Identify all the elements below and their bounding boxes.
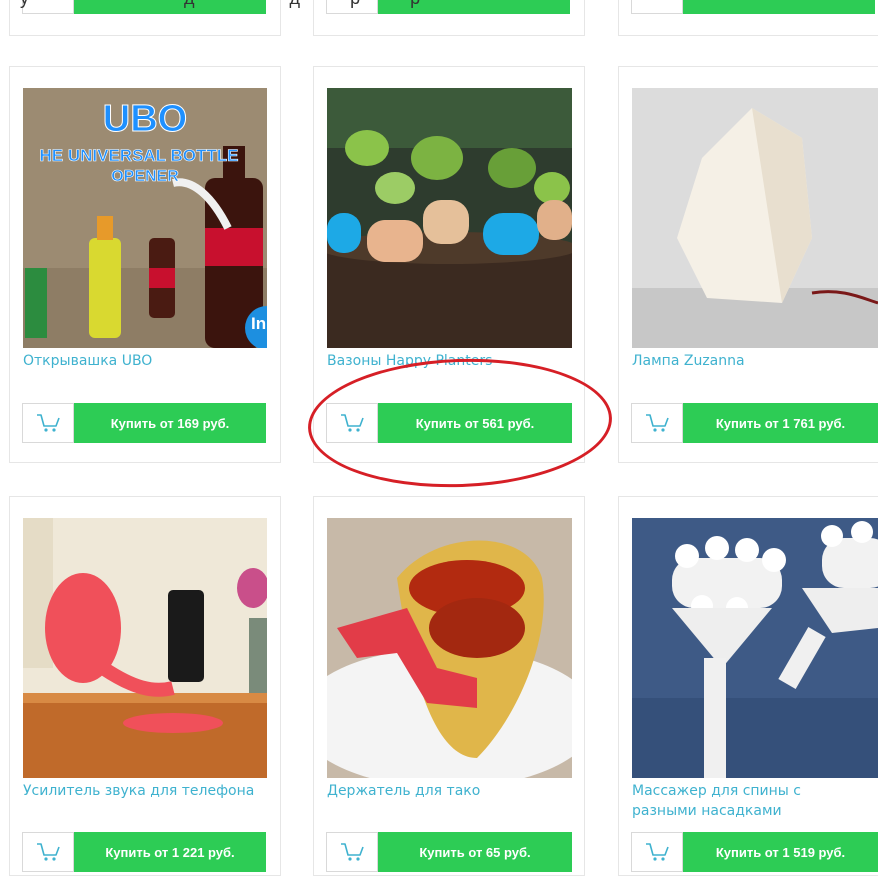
- buy-button[interactable]: Купить от 1 761 руб.: [683, 403, 878, 443]
- cart-icon: [646, 843, 669, 861]
- partial-top-text: у д д р р: [20, 0, 420, 9]
- image-subtitle-1: HE UNIVERSAL BOTTLE: [39, 146, 239, 166]
- cart-icon: [646, 414, 669, 432]
- add-to-cart-button[interactable]: [631, 403, 683, 443]
- product-image-4[interactable]: [23, 518, 267, 778]
- taco-holder-illustration: [327, 518, 572, 778]
- partial-buy-button[interactable]: [683, 0, 875, 14]
- product-title-6-line1[interactable]: Массажер для спины с: [632, 781, 801, 801]
- product-image-1[interactable]: UBO HE UNIVERSAL BOTTLE OPENER In: [23, 88, 267, 348]
- add-to-cart-button[interactable]: [22, 403, 74, 443]
- buy-button[interactable]: Купить от 1 519 руб.: [683, 832, 878, 872]
- add-to-cart-button[interactable]: [326, 832, 378, 872]
- product-image-3[interactable]: [632, 88, 878, 348]
- buy-button[interactable]: Купить от 169 руб.: [74, 403, 266, 443]
- product-title-3[interactable]: Лампа Zuzanna: [632, 351, 745, 371]
- image-subtitle-2: OPENER: [111, 168, 179, 186]
- cart-icon: [37, 414, 60, 432]
- image-badge: In: [251, 314, 267, 333]
- cart-icon: [341, 843, 364, 861]
- buy-button[interactable]: Купить от 1 221 руб.: [74, 832, 266, 872]
- cart-icon: [37, 843, 60, 861]
- product-title-6-line2[interactable]: разными насадками: [632, 801, 782, 821]
- product-title-4[interactable]: Усилитель звука для телефона: [23, 781, 254, 801]
- lamp-illustration: [632, 88, 878, 348]
- product-image-2[interactable]: [327, 88, 572, 348]
- add-to-cart-button[interactable]: [22, 832, 74, 872]
- product-title-5[interactable]: Держатель для тако: [327, 781, 480, 801]
- product-image-6[interactable]: [632, 518, 878, 778]
- back-massager-illustration: [632, 518, 878, 778]
- buy-button[interactable]: Купить от 65 руб.: [378, 832, 572, 872]
- image-title-ubo: UBO: [102, 98, 188, 141]
- product-image-5[interactable]: [327, 518, 572, 778]
- planters-illustration: [327, 88, 572, 348]
- partial-cart-button[interactable]: [631, 0, 683, 14]
- phone-amplifier-illustration: [23, 518, 267, 778]
- product-title-1[interactable]: Открывашка UBO: [23, 351, 152, 371]
- add-to-cart-button[interactable]: [631, 832, 683, 872]
